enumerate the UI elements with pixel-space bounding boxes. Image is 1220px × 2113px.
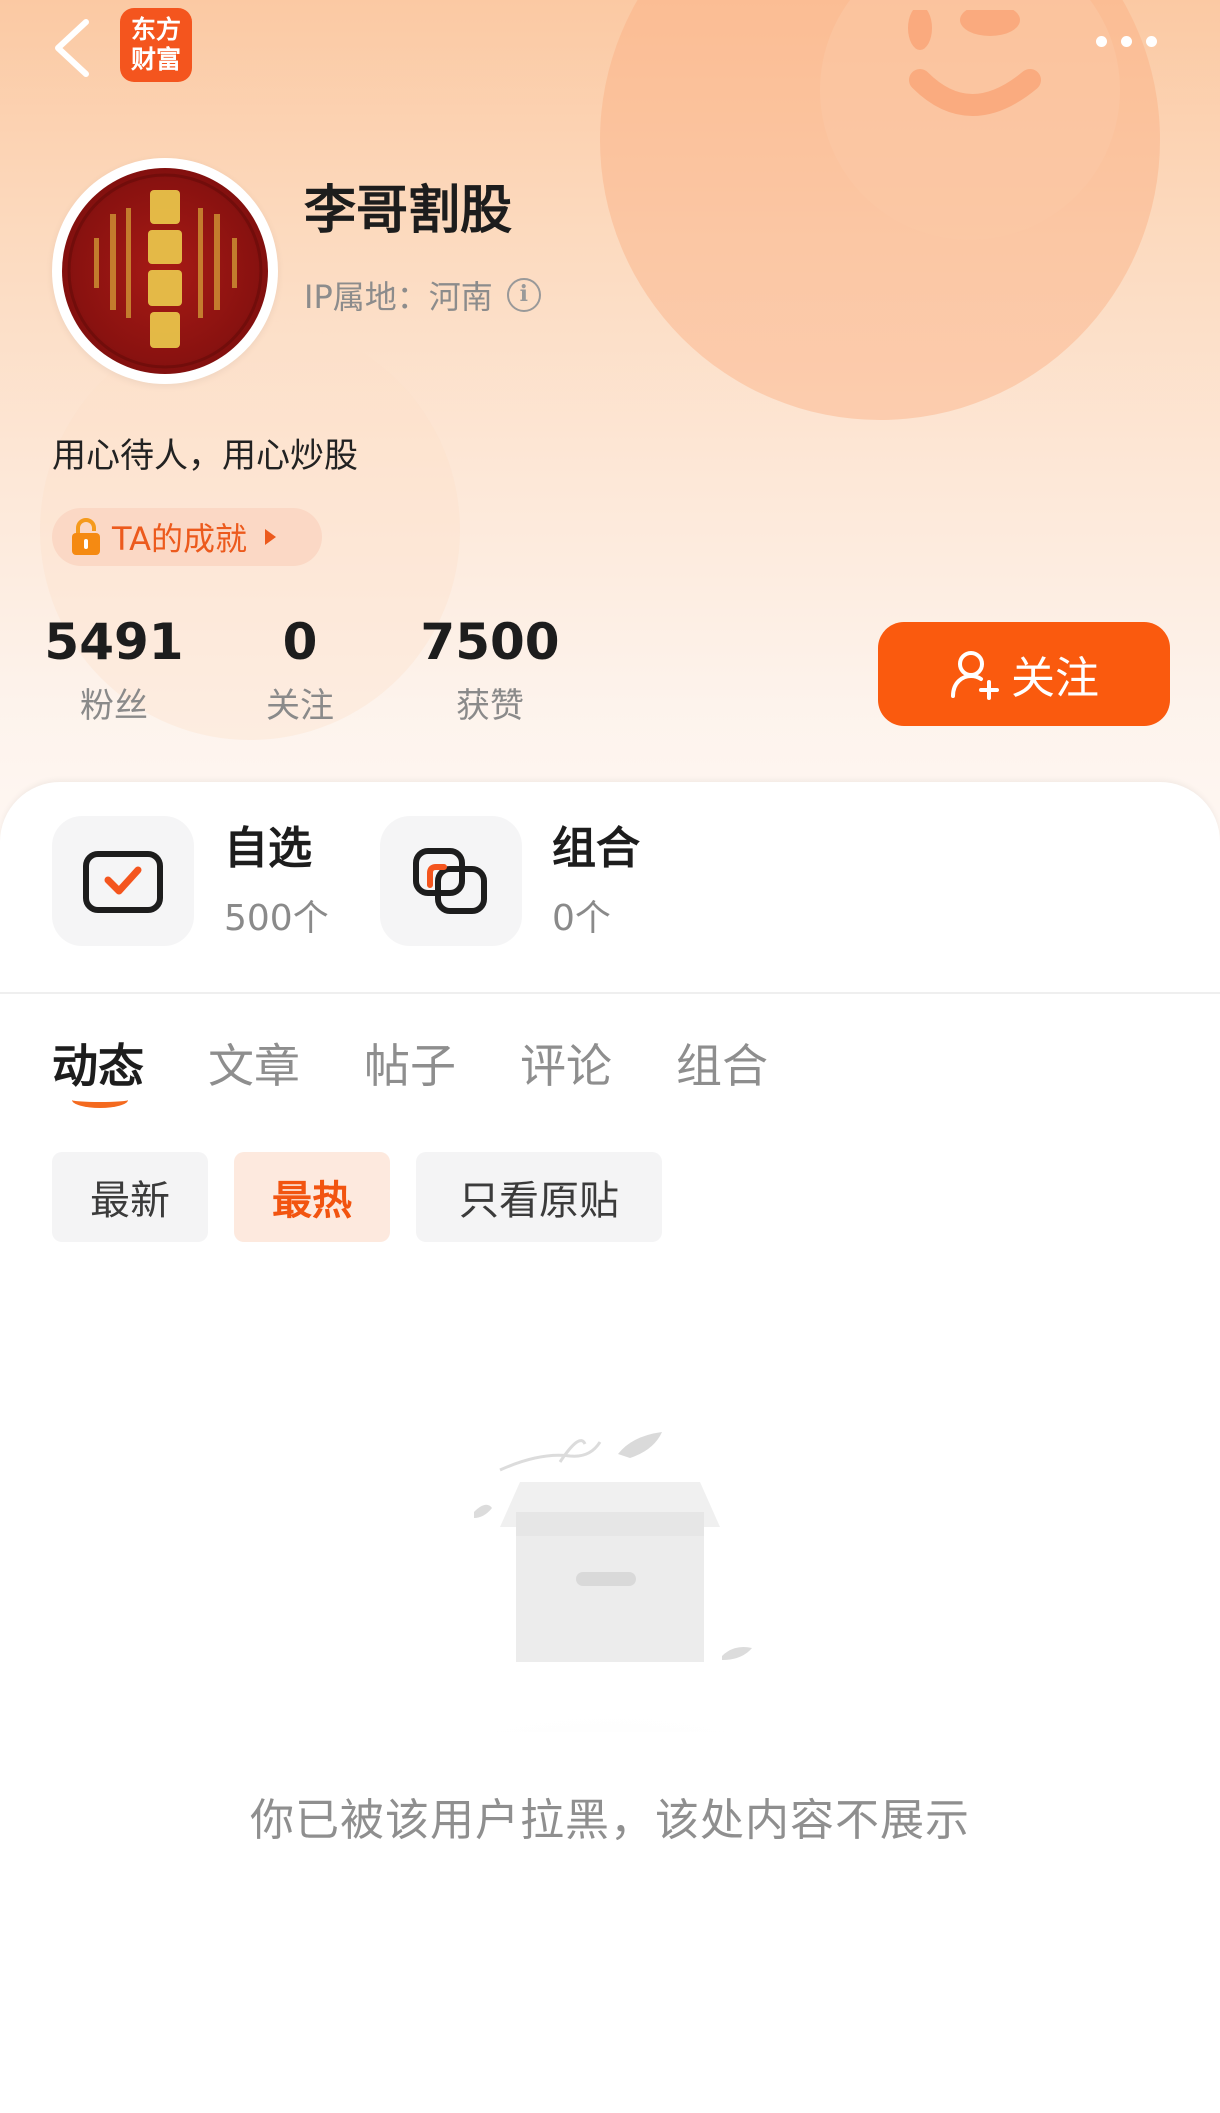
content-card: 自选 500个 组合 0个 动态 文章 帖子 评论 组合 最新 最热 只看原贴 [0, 782, 1220, 2113]
likes-label: 获赞 [456, 686, 524, 726]
back-button[interactable] [48, 16, 100, 80]
achievements-button[interactable]: TA的成就 [52, 508, 322, 566]
overlap-squares-icon [380, 816, 522, 946]
tab-posts[interactable]: 帖子 [364, 1030, 456, 1096]
stats-row: 5491 粉丝 0 关注 7500 获赞 [40, 612, 570, 727]
filter-hottest[interactable]: 最热 [234, 1152, 390, 1242]
following-label: 关注 [266, 686, 334, 726]
watchlist-entry[interactable]: 自选 500个 [52, 816, 329, 946]
follow-button[interactable]: 关注 [878, 622, 1170, 726]
watchlist-title: 自选 [224, 823, 312, 874]
logo-text-line1: 东方 [130, 15, 181, 44]
username: 李哥割股 [304, 181, 513, 241]
combo-title: 组合 [552, 823, 640, 874]
avatar-image [62, 168, 268, 374]
tab-activity[interactable]: 动态 [52, 1030, 144, 1108]
follow-button-label: 关注 [1011, 653, 1099, 704]
stat-following[interactable]: 0 关注 [230, 612, 370, 727]
tab-label: 帖子 [364, 1039, 456, 1093]
avatar[interactable] [52, 158, 278, 384]
filter-latest[interactable]: 最新 [52, 1152, 208, 1242]
tab-bar: 动态 文章 帖子 评论 组合 [52, 1030, 768, 1108]
watchlist-count: 500个 [224, 898, 329, 939]
add-user-icon [951, 651, 999, 700]
tab-label: 文章 [208, 1039, 300, 1093]
caret-right-icon [264, 529, 276, 545]
active-tab-indicator [72, 1092, 128, 1108]
empty-box-icon [380, 1432, 840, 1732]
info-icon[interactable]: i [506, 278, 541, 312]
filter-chips: 最新 最热 只看原贴 [52, 1152, 662, 1242]
smiley-decor-icon [908, 10, 1041, 116]
following-count: 0 [282, 613, 318, 671]
tab-comments[interactable]: 评论 [520, 1030, 612, 1096]
ip-location-text: IP属地：河南 [304, 278, 493, 316]
more-dots-icon[interactable] [1096, 36, 1160, 56]
tab-label: 动态 [52, 1039, 144, 1093]
ip-location: IP属地：河南 i [304, 272, 541, 318]
likes-count: 7500 [420, 613, 560, 671]
achievements-label: TA的成就 [112, 520, 247, 558]
tab-articles[interactable]: 文章 [208, 1030, 300, 1096]
tab-label: 组合 [676, 1039, 768, 1093]
combo-count: 0个 [552, 898, 611, 939]
fans-label: 粉丝 [80, 686, 148, 726]
logo-text-line2: 财富 [130, 45, 181, 74]
fans-count: 5491 [44, 613, 184, 671]
tab-label: 评论 [520, 1039, 612, 1093]
lock-icon [72, 518, 100, 555]
combo-entry[interactable]: 组合 0个 [380, 816, 640, 946]
filter-original-only[interactable]: 只看原贴 [416, 1152, 662, 1242]
divider [0, 992, 1220, 994]
app-logo: 东方 财富 [120, 8, 192, 82]
empty-state-message: 你已被该用户拉黑，该处内容不展示 [250, 1795, 970, 1846]
stat-likes[interactable]: 7500 获赞 [410, 612, 570, 727]
bio: 用心待人，用心炒股 [52, 436, 358, 476]
tab-combos[interactable]: 组合 [676, 1030, 768, 1096]
checkbox-icon [52, 816, 194, 946]
stat-fans[interactable]: 5491 粉丝 [40, 612, 188, 727]
